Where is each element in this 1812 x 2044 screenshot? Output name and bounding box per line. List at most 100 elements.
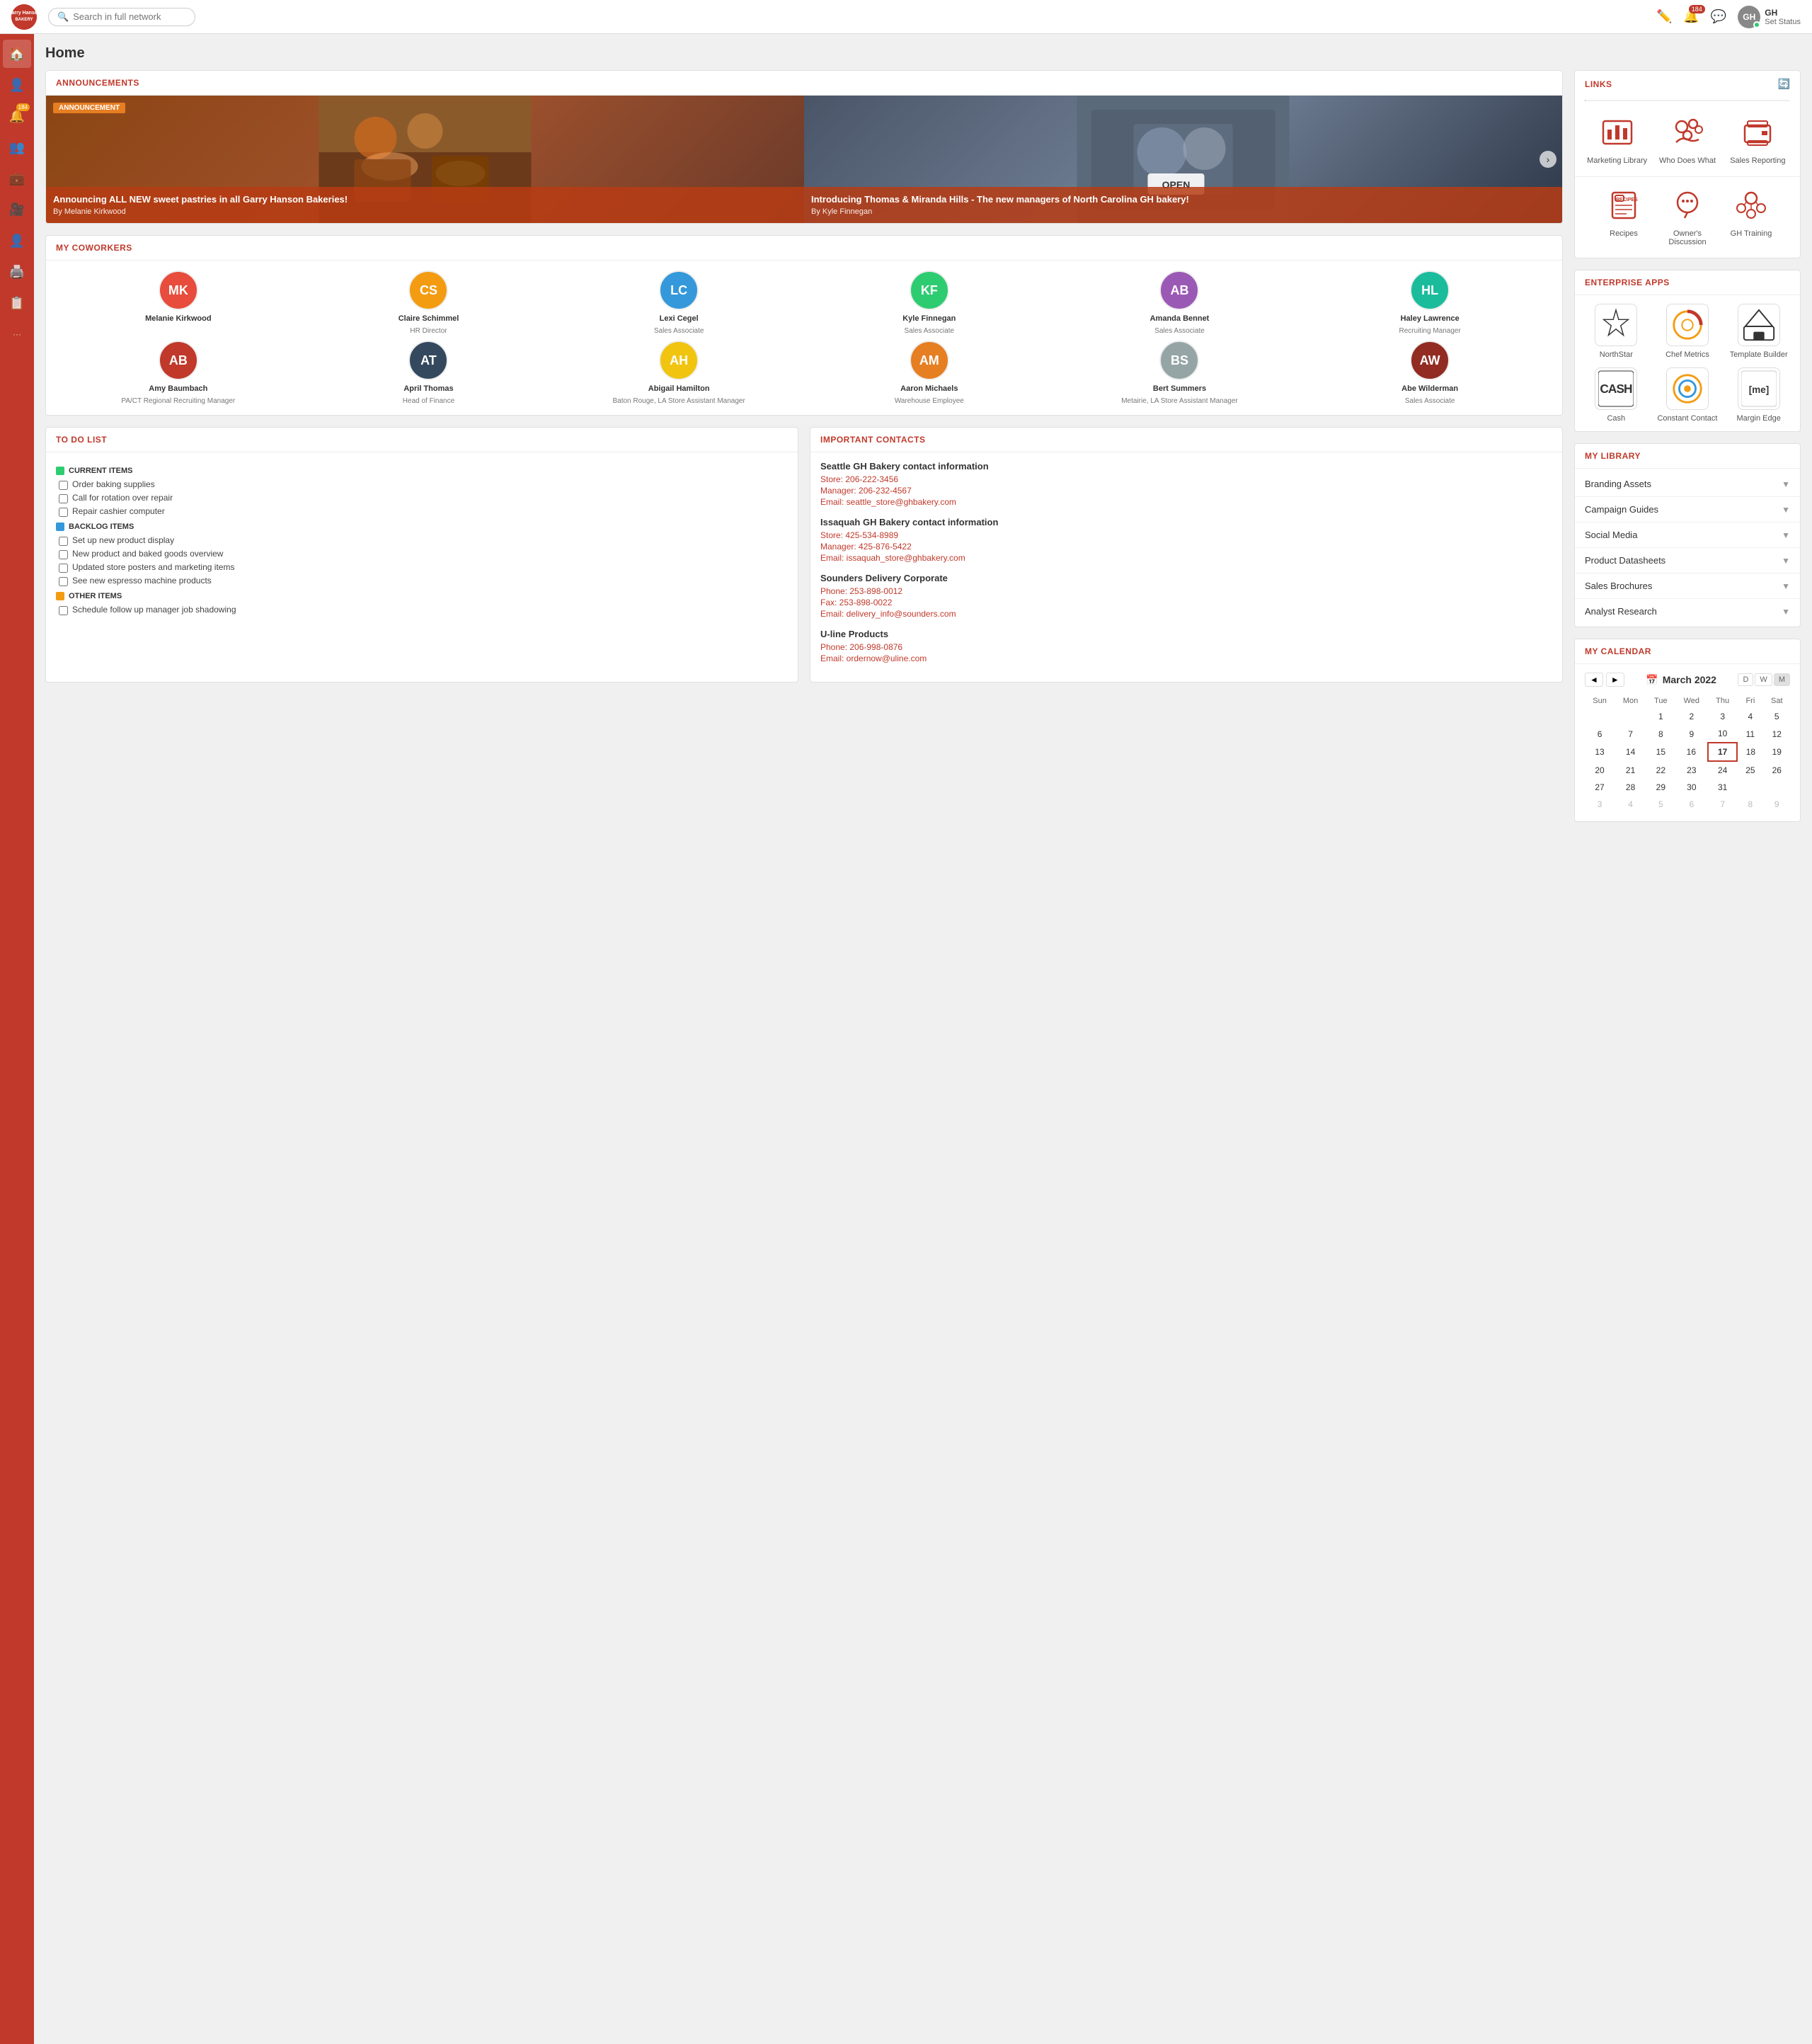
todo-checkbox[interactable] [59,494,68,503]
coworker-item[interactable]: AB Amanda Bennet Sales Associate [1057,270,1302,335]
announcement-item-2[interactable]: OPEN Introducing Thomas & Miranda Hills … [804,96,1562,223]
calendar-day[interactable]: 16 [1675,743,1708,761]
search-box[interactable]: 🔍 [48,8,195,26]
calendar-day[interactable]: 5 [1646,796,1675,813]
link-item-sales-reporting[interactable]: Sales Reporting [1726,113,1790,165]
todo-checkbox[interactable] [59,577,68,586]
notification-icon[interactable]: 🔔 184 [1683,9,1699,24]
coworker-item[interactable]: LC Lexi Cegel Sales Associate [556,270,801,335]
calendar-day[interactable]: 4 [1737,708,1763,725]
todo-item[interactable]: Call for rotation over repair [56,493,788,503]
calendar-day[interactable]: 20 [1585,761,1615,779]
calendar-day[interactable]: 6 [1675,796,1708,813]
calendar-day[interactable]: 22 [1646,761,1675,779]
library-item[interactable]: Analyst Research▼ [1575,599,1800,624]
calendar-week-view[interactable]: W [1755,673,1772,686]
calendar-day[interactable]: 15 [1646,743,1675,761]
app-item-template-builder[interactable]: Template Builder [1727,304,1790,359]
todo-checkbox[interactable] [59,481,68,490]
coworker-item[interactable]: BS Bert Summers Metairie, LA Store Assis… [1057,341,1302,405]
todo-item[interactable]: Updated store posters and marketing item… [56,562,788,573]
edit-icon[interactable]: ✏️ [1656,9,1672,24]
logo[interactable]: Garry Hansen BAKERY [11,4,37,30]
todo-item[interactable]: Repair cashier computer [56,506,788,517]
calendar-day[interactable]: 2 [1675,708,1708,725]
sidebar-item-print[interactable]: 🖨️ [3,258,31,286]
calendar-day[interactable]: 18 [1737,743,1763,761]
app-item-northstar[interactable]: NorthStar [1585,304,1648,359]
calendar-day[interactable]: 4 [1615,796,1646,813]
app-item-cash[interactable]: CASH Cash [1585,367,1648,423]
search-input[interactable] [73,11,186,22]
app-item-constant-contact[interactable]: Constant Contact [1656,367,1719,423]
calendar-day[interactable]: 24 [1708,761,1737,779]
link-item-marketing-library[interactable]: Marketing Library [1585,113,1649,165]
app-item-chef-metrics[interactable]: Chef Metrics [1656,304,1719,359]
todo-checkbox[interactable] [59,550,68,559]
todo-item[interactable]: Schedule follow up manager job shadowing [56,605,788,615]
calendar-day[interactable]: 17 [1708,743,1737,761]
coworker-item[interactable]: KF Kyle Finnegan Sales Associate [807,270,1052,335]
calendar-day[interactable]: 27 [1585,779,1615,796]
links-refresh-icon[interactable]: 🔄 [1778,78,1790,90]
calendar-day[interactable]: 3 [1708,708,1737,725]
library-item[interactable]: Branding Assets▼ [1575,472,1800,497]
message-icon[interactable]: 💬 [1711,9,1726,24]
sidebar-item-tasks[interactable]: 📋 [3,289,31,317]
todo-item[interactable]: See new espresso machine products [56,576,788,586]
calendar-day[interactable]: 5 [1763,708,1790,725]
calendar-day[interactable]: 14 [1615,743,1646,761]
link-item-gh-training[interactable]: GH Training [1722,185,1780,246]
announcement-item-1[interactable]: ANNOUNCEMENT Announcing ALL NEW sweet pa… [46,96,804,223]
calendar-day[interactable]: 21 [1615,761,1646,779]
library-item[interactable]: Campaign Guides▼ [1575,497,1800,523]
calendar-day[interactable]: 7 [1708,796,1737,813]
calendar-day[interactable]: 28 [1615,779,1646,796]
sidebar-item-contacts[interactable]: 👤 [3,227,31,255]
calendar-day[interactable]: 23 [1675,761,1708,779]
calendar-day[interactable]: 9 [1763,796,1790,813]
sidebar-item-home[interactable]: 🏠 [3,40,31,68]
coworker-item[interactable]: AW Abe Wilderman Sales Associate [1307,341,1552,405]
calendar-day[interactable]: 6 [1585,725,1615,743]
calendar-day[interactable]: 26 [1763,761,1790,779]
coworker-item[interactable]: HL Haley Lawrence Recruiting Manager [1307,270,1552,335]
calendar-day[interactable]: 7 [1615,725,1646,743]
link-item-owner's-discussion[interactable]: Owner's Discussion [1658,185,1716,246]
calendar-day[interactable]: 1 [1646,708,1675,725]
user-avatar[interactable]: GH GH Set Status [1738,6,1801,28]
todo-item[interactable]: New product and baked goods overview [56,549,788,559]
user-status[interactable]: Set Status [1765,18,1801,26]
todo-checkbox[interactable] [59,537,68,546]
sidebar-item-notifications[interactable]: 🔔 184 [3,102,31,130]
todo-item[interactable]: Set up new product display [56,535,788,546]
library-item[interactable]: Product Datasheets▼ [1575,548,1800,573]
sidebar-item-people[interactable]: 👥 [3,133,31,161]
coworker-item[interactable]: MK Melanie Kirkwood [56,270,301,335]
calendar-month-view[interactable]: M [1774,673,1790,686]
app-item-margin-edge[interactable]: [me] Margin Edge [1727,367,1790,423]
sidebar-item-video[interactable]: 🎥 [3,195,31,224]
calendar-day[interactable]: 8 [1737,796,1763,813]
coworker-item[interactable]: CS Claire Schimmel HR Director [306,270,551,335]
announcement-next-button[interactable]: › [1539,151,1556,168]
todo-checkbox[interactable] [59,508,68,517]
calendar-day[interactable]: 29 [1646,779,1675,796]
calendar-day[interactable]: 12 [1763,725,1790,743]
calendar-day[interactable]: 19 [1763,743,1790,761]
calendar-day[interactable]: 8 [1646,725,1675,743]
library-item[interactable]: Sales Brochures▼ [1575,573,1800,599]
calendar-day[interactable]: 3 [1585,796,1615,813]
link-item-recipes[interactable]: RECIPES Recipes [1595,185,1653,246]
coworker-item[interactable]: AM Aaron Michaels Warehouse Employee [807,341,1052,405]
calendar-day[interactable]: 9 [1675,725,1708,743]
coworker-item[interactable]: AT April Thomas Head of Finance [306,341,551,405]
sidebar-item-jobs[interactable]: 💼 [3,164,31,193]
todo-item[interactable]: Order baking supplies [56,479,788,490]
calendar-day[interactable]: 13 [1585,743,1615,761]
calendar-prev-button[interactable]: ◄ [1585,673,1603,687]
calendar-day[interactable]: 31 [1708,779,1737,796]
sidebar-item-more[interactable]: ··· [3,320,31,348]
coworker-item[interactable]: AB Amy Baumbach PA/CT Regional Recruitin… [56,341,301,405]
link-item-who-does-what[interactable]: Who Does What [1655,113,1719,165]
